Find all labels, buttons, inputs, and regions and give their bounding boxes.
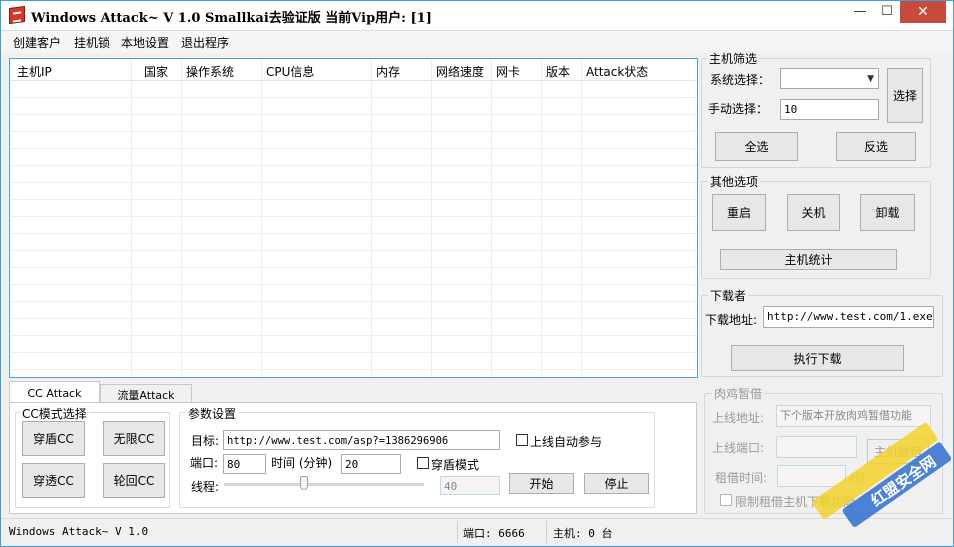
column-divider [431,59,432,377]
column-header-nic[interactable]: 网卡 [496,63,520,80]
target-label: 目标: [191,434,220,448]
host-list-rows[interactable] [10,81,697,377]
shield-mode-checkbox[interactable] [417,457,429,469]
app-icon [9,5,25,25]
column-divider [541,59,542,377]
column-divider [581,59,582,377]
column-header-country[interactable]: 国家 [144,63,168,80]
title-bar[interactable]: Windows Attack~ V 1.0 Smallkai去验证版 当前Vip… [1,1,953,31]
column-divider [371,59,372,377]
system-select-label: 系统选择： [710,73,771,87]
menu-bar: 创建客户 挂机锁 本地设置 退出程序 [1,31,953,53]
auto-join-label: 上线自动参与 [530,435,603,449]
column-divider [491,59,492,377]
window-title: Windows Attack~ V 1.0 Smallkai去验证版 当前Vip… [31,11,432,26]
status-hosts: 主机: 0 台 [553,527,613,540]
threads-slider-thumb[interactable] [300,476,308,490]
status-separator [546,521,547,543]
status-separator [457,521,458,543]
column-header-os[interactable]: 操作系统 [186,63,234,80]
threads-value-input[interactable]: 40 [440,476,500,495]
status-port: 端口: 6666 [463,527,525,540]
params-title: 参数设置 [186,405,239,422]
invert-selection-button[interactable]: 反选 [836,132,916,161]
watermark-logo: 红盟安全网 [812,422,951,527]
time-label: 时间 (分钟) [271,456,333,470]
shield-mode-label: 穿盾模式 [431,458,480,472]
column-header-attack-status[interactable]: Attack状态 [586,63,648,80]
auto-join-checkbox[interactable] [516,434,528,446]
cc-mode-title: CC模式选择 [20,405,89,422]
time-input[interactable]: 20 [341,454,401,474]
column-header-network-speed[interactable]: 网络速度 [436,63,484,80]
start-button[interactable]: 开始 [509,473,574,494]
manual-select-input[interactable]: 10 [780,99,879,120]
column-divider [261,59,262,377]
column-header-cpu[interactable]: CPU信息 [266,63,314,80]
restart-button[interactable]: 重启 [712,194,766,231]
shutdown-button[interactable]: 关机 [787,194,840,231]
column-divider [131,59,132,377]
close-button[interactable]: ✕ [900,1,946,23]
download-url-label: 下载地址: [705,313,758,327]
penetrate-cc-button[interactable]: 穿透CC [22,463,85,498]
menu-local-settings[interactable]: 本地设置 [121,34,169,51]
chevron-down-icon: ▼ [867,74,874,84]
downloader-title: 下载者 [708,287,749,304]
online-address-label: 上线地址: [712,411,765,425]
select-button[interactable]: 选择 [887,68,923,123]
minimize-button[interactable]: — [846,1,874,23]
borrow-time-label: 租借时间: [715,471,768,485]
menu-create-client[interactable]: 创建客户 [13,34,61,51]
column-header-ip[interactable]: 主机IP [17,63,52,80]
main-window: Windows Attack~ V 1.0 Smallkai去验证版 当前Vip… [0,0,954,547]
shield-cc-button[interactable]: 穿盾CC [22,421,85,456]
limit-download-checkbox[interactable] [720,494,732,506]
other-options-title: 其他选项 [708,173,761,190]
status-version: Windows Attack~ V 1.0 [9,525,149,538]
select-all-button[interactable]: 全选 [715,132,798,161]
rotate-cc-button[interactable]: 轮回CC [103,463,165,498]
system-select-dropdown[interactable]: ▼ [780,68,879,89]
host-list-header: 主机IP 国家 操作系统 CPU信息 内存 网络速度 网卡 版本 Attack状… [10,59,697,81]
threads-slider-track[interactable] [224,483,424,486]
host-list[interactable]: 主机IP 国家 操作系统 CPU信息 内存 网络速度 网卡 版本 Attack状… [9,58,698,378]
borrow-title: 肉鸡暂借 [712,385,765,402]
menu-hang-lock[interactable]: 挂机锁 [74,34,110,51]
download-url-input[interactable]: http://www.test.com/1.exe [763,306,934,328]
manual-select-label: 手动选择： [708,102,769,116]
host-stats-button[interactable]: 主机统计 [720,249,897,270]
target-input[interactable]: http://www.test.com/asp?=1386296906 [223,430,500,450]
unlimited-cc-button[interactable]: 无限CC [103,421,165,456]
uninstall-button[interactable]: 卸载 [860,194,915,231]
host-filter-title: 主机筛选 [707,50,760,67]
execute-download-button[interactable]: 执行下载 [731,345,904,371]
stop-button[interactable]: 停止 [584,473,649,494]
online-port-label: 上线端口: [712,441,765,455]
column-header-memory[interactable]: 内存 [376,63,400,80]
column-divider [181,59,182,377]
menu-exit[interactable]: 退出程序 [181,34,229,51]
threads-label: 线程: [191,480,220,494]
maximize-button[interactable]: ☐ [873,1,901,23]
port-label: 端口: [190,456,219,470]
column-header-version[interactable]: 版本 [546,63,570,80]
port-input[interactable]: 80 [223,454,266,474]
